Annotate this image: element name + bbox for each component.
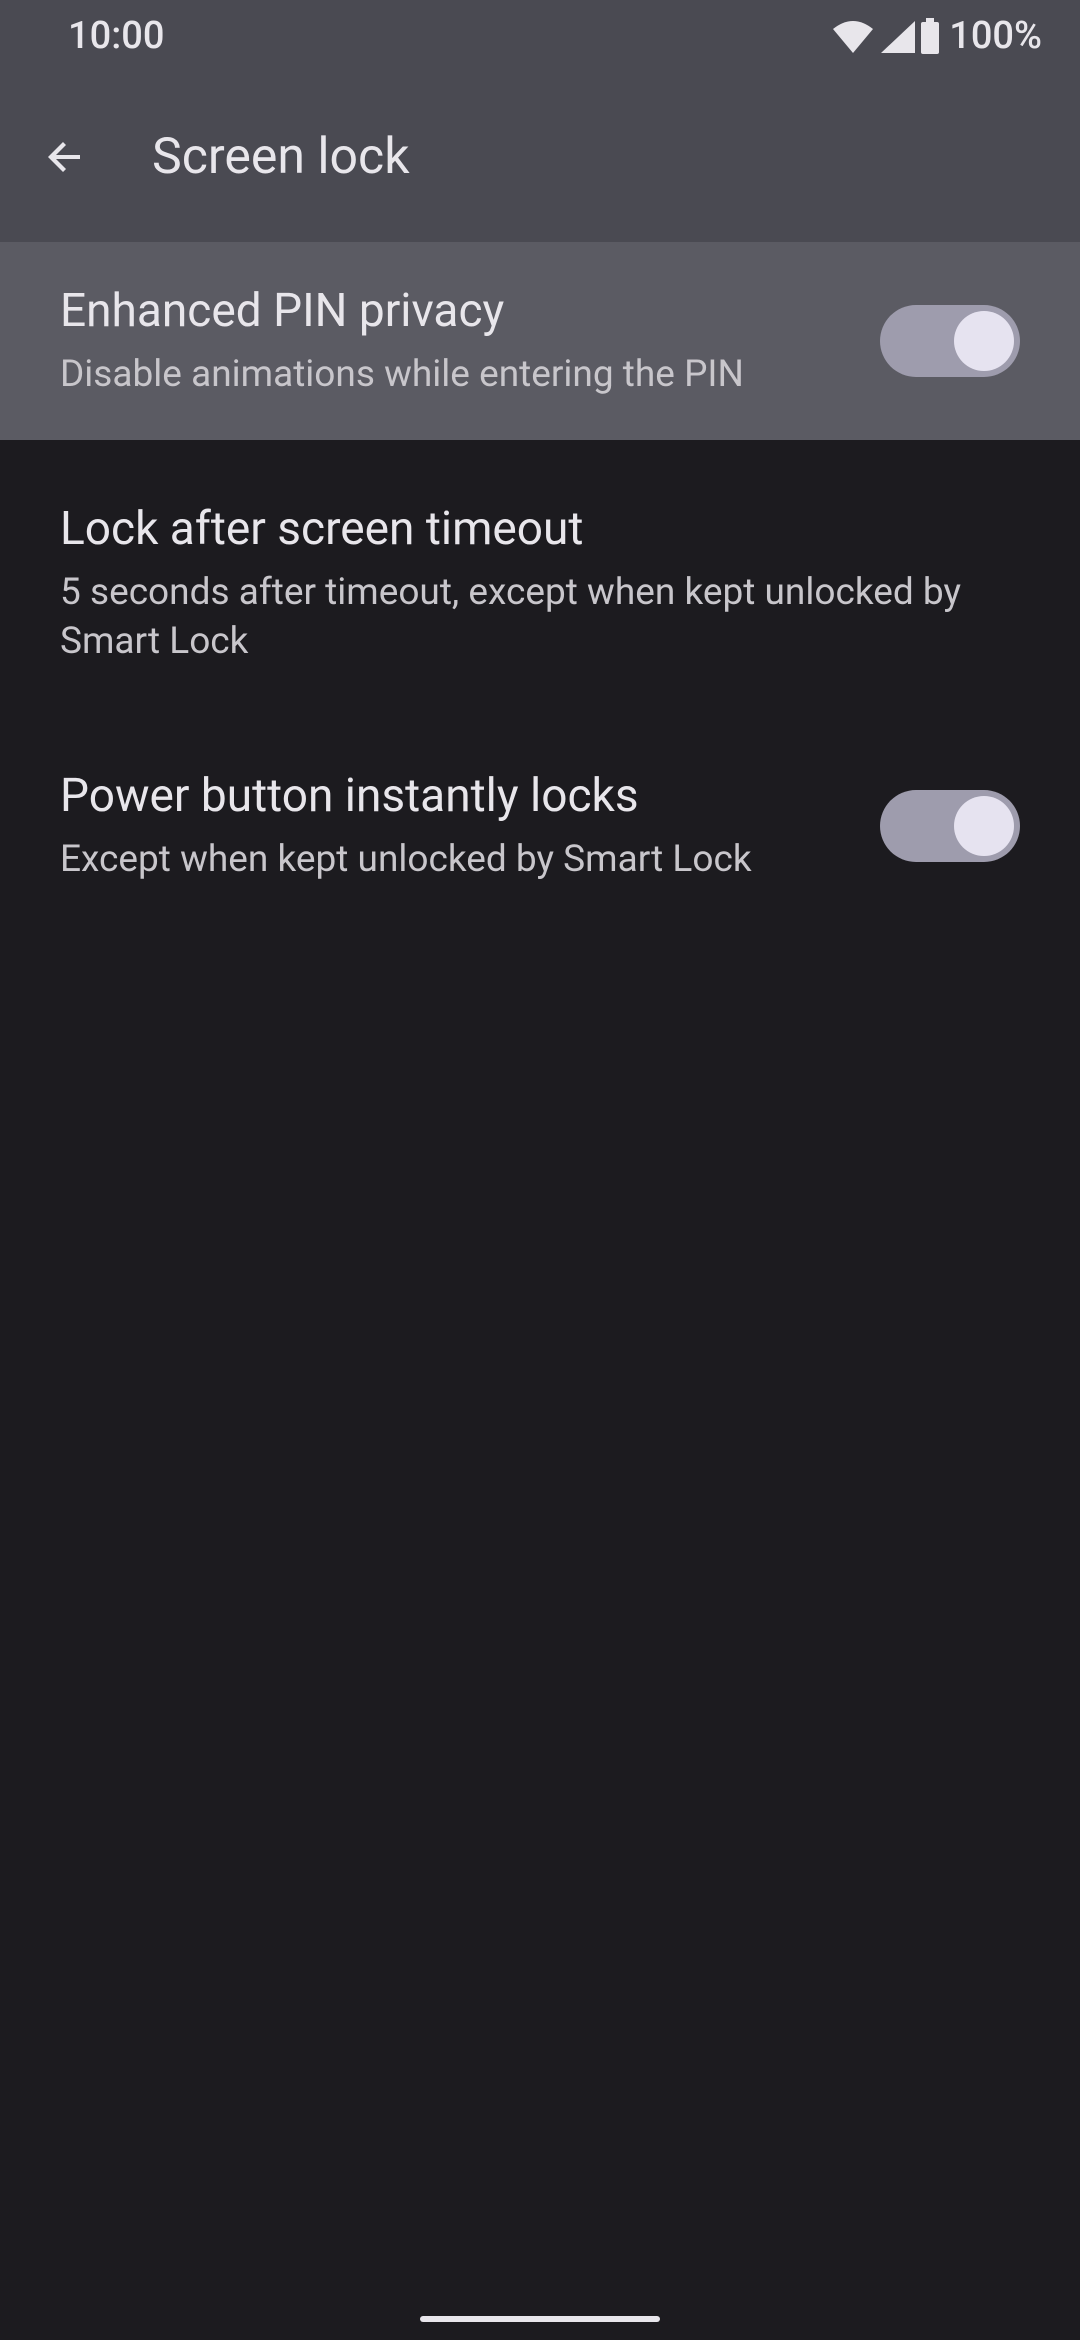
setting-lock-after-timeout[interactable]: Lock after screen timeout 5 seconds afte… [0, 440, 1080, 728]
page-title: Screen lock [152, 128, 410, 186]
toggle-enhanced-pin-privacy[interactable] [880, 305, 1020, 377]
home-indicator[interactable] [420, 2316, 660, 2322]
status-icons [831, 18, 941, 54]
setting-title: Enhanced PIN privacy [60, 282, 840, 342]
setting-power-button-lock[interactable]: Power button instantly locks Except when… [0, 727, 1080, 925]
setting-subtitle: Except when kept unlocked by Smart Lock [60, 835, 840, 885]
wifi-icon [831, 19, 875, 53]
setting-text: Power button instantly locks Except when… [60, 767, 880, 885]
status-bar: 10:00 100% [0, 0, 1080, 72]
app-bar: Screen lock [0, 72, 1080, 242]
toggle-power-button-lock[interactable] [880, 790, 1020, 862]
setting-text: Lock after screen timeout 5 seconds afte… [60, 500, 1020, 668]
setting-subtitle: Disable animations while entering the PI… [60, 350, 840, 400]
status-time: 10:00 [68, 14, 164, 58]
back-arrow-icon [42, 133, 90, 181]
setting-title: Lock after screen timeout [60, 500, 980, 560]
battery-icon [919, 18, 941, 54]
battery-percentage: 100% [949, 14, 1042, 58]
status-right: 100% [831, 14, 1042, 58]
cellular-icon [879, 19, 915, 53]
setting-enhanced-pin-privacy[interactable]: Enhanced PIN privacy Disable animations … [0, 242, 1080, 440]
back-button[interactable] [30, 121, 102, 193]
setting-subtitle: 5 seconds after timeout, except when kep… [60, 568, 980, 668]
setting-text: Enhanced PIN privacy Disable animations … [60, 282, 880, 400]
setting-title: Power button instantly locks [60, 767, 840, 827]
